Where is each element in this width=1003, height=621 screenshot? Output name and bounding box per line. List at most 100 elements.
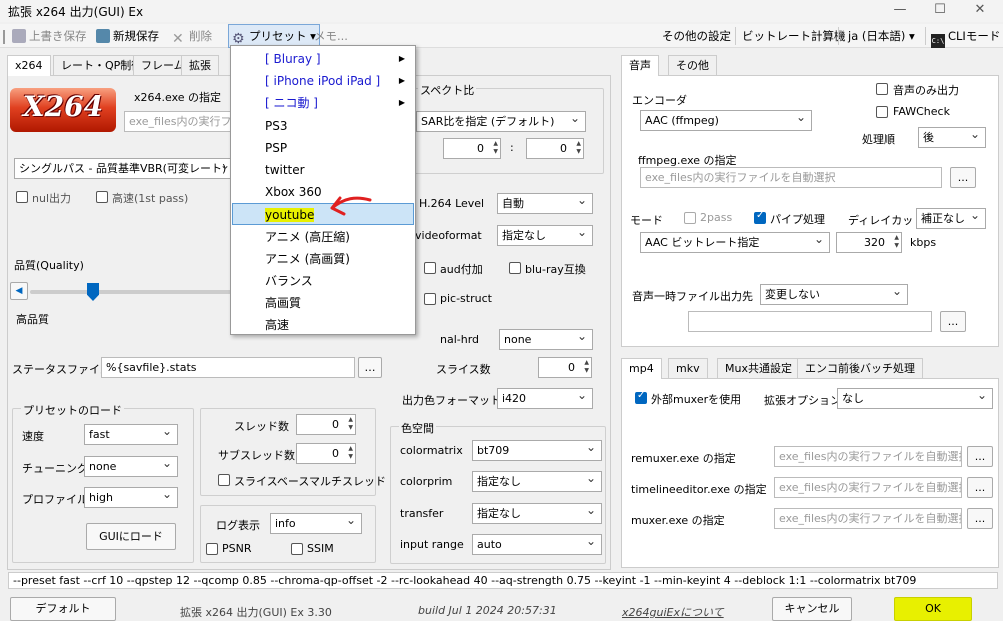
transfer-select[interactable]: 指定なし	[472, 503, 602, 524]
memo-field[interactable]: メモ...	[314, 28, 348, 44]
tab-batch[interactable]: エンコ前後バッチ処理	[797, 358, 923, 378]
timeline-browse-button[interactable]: ...	[967, 477, 993, 498]
tab-x264[interactable]: x264	[7, 55, 51, 76]
profile-select[interactable]: high	[84, 487, 178, 508]
preset-menu-item[interactable]: アニメ (高画質)	[233, 248, 413, 270]
pipe-checkbox[interactable]	[754, 210, 766, 224]
default-button[interactable]: デフォルト	[10, 597, 116, 621]
nal-hrd-select[interactable]: none	[499, 329, 593, 350]
input-range-select[interactable]: auto	[472, 534, 602, 555]
ssim-checkbox[interactable]	[291, 543, 303, 555]
maximize-icon[interactable]: ☐	[920, 0, 960, 22]
level-select[interactable]: 自動	[497, 193, 593, 214]
new-save-button[interactable]: 新規保存	[96, 28, 159, 44]
colorspace-title: 色空間	[399, 420, 436, 436]
audio-encoder-select[interactable]: AAC (ffmpeg)	[640, 110, 812, 131]
ext-option-select[interactable]: なし	[837, 388, 993, 409]
slider-left-arrow[interactable]: ◀	[10, 282, 28, 300]
tab-mux-common[interactable]: Mux共通設定	[717, 358, 800, 378]
muxer-path-input[interactable]: exe_files内の実行ファイルを自動選択	[774, 508, 962, 529]
preset-menu-item[interactable]: バランス	[233, 270, 413, 292]
tab-extended[interactable]: 拡張	[181, 55, 219, 75]
language-dropdown[interactable]: ja (日本語) ▾	[848, 28, 915, 44]
two-pass-checkbox[interactable]	[684, 212, 696, 224]
command-line-preview: --preset fast --crf 10 --qpstep 12 --qco…	[8, 572, 998, 589]
remuxer-browse-button[interactable]: ...	[967, 446, 993, 467]
bitrate-calc-button[interactable]: ビットレート計算機	[742, 28, 846, 44]
log-level-select[interactable]: info	[270, 513, 362, 534]
nul-output-checkbox[interactable]	[16, 191, 28, 203]
tuning-select[interactable]: none	[84, 456, 178, 477]
status-file-input[interactable]: %{savfile}.stats	[101, 357, 355, 378]
faw-check-checkbox[interactable]	[876, 106, 888, 118]
sar-height-spinner[interactable]: 0	[526, 138, 584, 159]
ffmpeg-path-input[interactable]: exe_files内の実行ファイルを自動選択	[640, 167, 942, 188]
minimize-icon[interactable]: —	[880, 0, 920, 22]
tab-other[interactable]: その他	[668, 55, 717, 75]
x264-exe-input[interactable]: exe_files内の実行ファイ	[124, 111, 236, 132]
cancel-button[interactable]: キャンセル	[772, 597, 852, 621]
close-icon[interactable]: ✕	[960, 0, 1000, 22]
delete-button[interactable]: ✕ 削除	[172, 28, 212, 47]
subthreads-spinner[interactable]: 0	[296, 443, 356, 464]
colorprim-select[interactable]: 指定なし	[472, 471, 602, 492]
sar-mode-select[interactable]: SAR比を指定 (デフォルト)	[416, 111, 586, 132]
level-label: H.264 Level	[419, 197, 485, 210]
muxer-browse-button[interactable]: ...	[967, 508, 993, 529]
external-muxer-label: 外部muxerを使用	[651, 393, 742, 406]
submenu-arrow-icon: ▶	[398, 98, 405, 108]
psnr-checkbox[interactable]	[206, 543, 218, 555]
preset-menu-item[interactable]: 高速	[233, 314, 413, 336]
fast-1st-pass-checkbox[interactable]	[96, 191, 108, 203]
audio-only-checkbox[interactable]	[876, 83, 888, 95]
temp-output-select[interactable]: 変更しない	[760, 284, 908, 305]
videoformat-select[interactable]: 指定なし	[497, 225, 593, 246]
load-to-gui-button[interactable]: GUIにロード	[86, 523, 176, 550]
preset-menu-item[interactable]: アニメ (高圧縮)	[233, 226, 413, 248]
timeline-path-input[interactable]: exe_files内の実行ファイルを自動選択	[774, 477, 962, 498]
preset-menu-item[interactable]: [ ニコ動 ] ▶	[233, 92, 413, 114]
preset-menu-item-label: バランス	[265, 274, 313, 288]
output-csp-select[interactable]: i420	[497, 388, 593, 409]
preset-menu-item[interactable]: PSP	[233, 137, 413, 159]
order-select[interactable]: 後	[918, 127, 986, 148]
about-link[interactable]: x264guiExについて	[622, 604, 724, 620]
delay-cut-select[interactable]: 補正なし	[916, 208, 986, 229]
other-settings-button[interactable]: その他の設定	[662, 28, 731, 44]
bitrate-spinner[interactable]: 320	[836, 232, 902, 253]
encode-mode-select[interactable]: シングルパス - 品質基準VBR(可変レート)	[14, 158, 236, 179]
pic-struct-label: pic-struct	[440, 292, 492, 305]
speed-select[interactable]: fast	[84, 424, 178, 445]
remuxer-path-input[interactable]: exe_files内の実行ファイルを自動選択	[774, 446, 962, 467]
tab-mp4[interactable]: mp4	[621, 358, 662, 379]
external-muxer-checkbox[interactable]	[635, 390, 647, 404]
preset-menu-item[interactable]: 高画質	[233, 292, 413, 314]
colormatrix-select[interactable]: bt709	[472, 440, 602, 461]
temp-output-path[interactable]	[688, 311, 932, 332]
ok-button[interactable]: OK	[894, 597, 972, 621]
preset-menu-item[interactable]: [ Bluray ] ▶	[233, 48, 413, 70]
quality-slider-track[interactable]	[30, 290, 240, 294]
status-file-browse[interactable]: …	[358, 357, 382, 378]
audio-mode-select[interactable]: AAC ビットレート指定	[640, 232, 830, 253]
output-csp-label: 出力色フォーマット	[402, 394, 501, 407]
slices-spinner[interactable]: 0	[538, 357, 592, 378]
threads-spinner[interactable]: 0	[296, 414, 356, 435]
temp-browse-button[interactable]: ...	[940, 311, 966, 332]
preset-menu-item[interactable]: [ iPhone iPod iPad ] ▶	[233, 70, 413, 92]
pic-struct-checkbox[interactable]	[424, 293, 436, 305]
preset-menu-item[interactable]: twitter	[233, 159, 413, 181]
overwrite-save-button[interactable]: 上書き保存	[12, 28, 87, 44]
preset-menu-item[interactable]: PS3	[233, 115, 413, 137]
log-label: ログ表示	[216, 519, 260, 532]
sar-width-spinner[interactable]: 0	[443, 138, 501, 159]
preset-menu-item[interactable]: Xbox 360	[233, 181, 413, 203]
cli-mode-button[interactable]: C:\ CLIモード	[931, 28, 1000, 48]
bluray-checkbox[interactable]	[509, 262, 521, 274]
tab-audio[interactable]: 音声	[621, 55, 659, 76]
ffmpeg-browse-button[interactable]: ...	[950, 167, 976, 188]
preset-menu-item[interactable]: youtube	[232, 203, 414, 226]
slice-mt-checkbox[interactable]	[218, 474, 230, 486]
tab-mkv[interactable]: mkv	[668, 358, 708, 378]
aud-checkbox[interactable]	[424, 262, 436, 274]
